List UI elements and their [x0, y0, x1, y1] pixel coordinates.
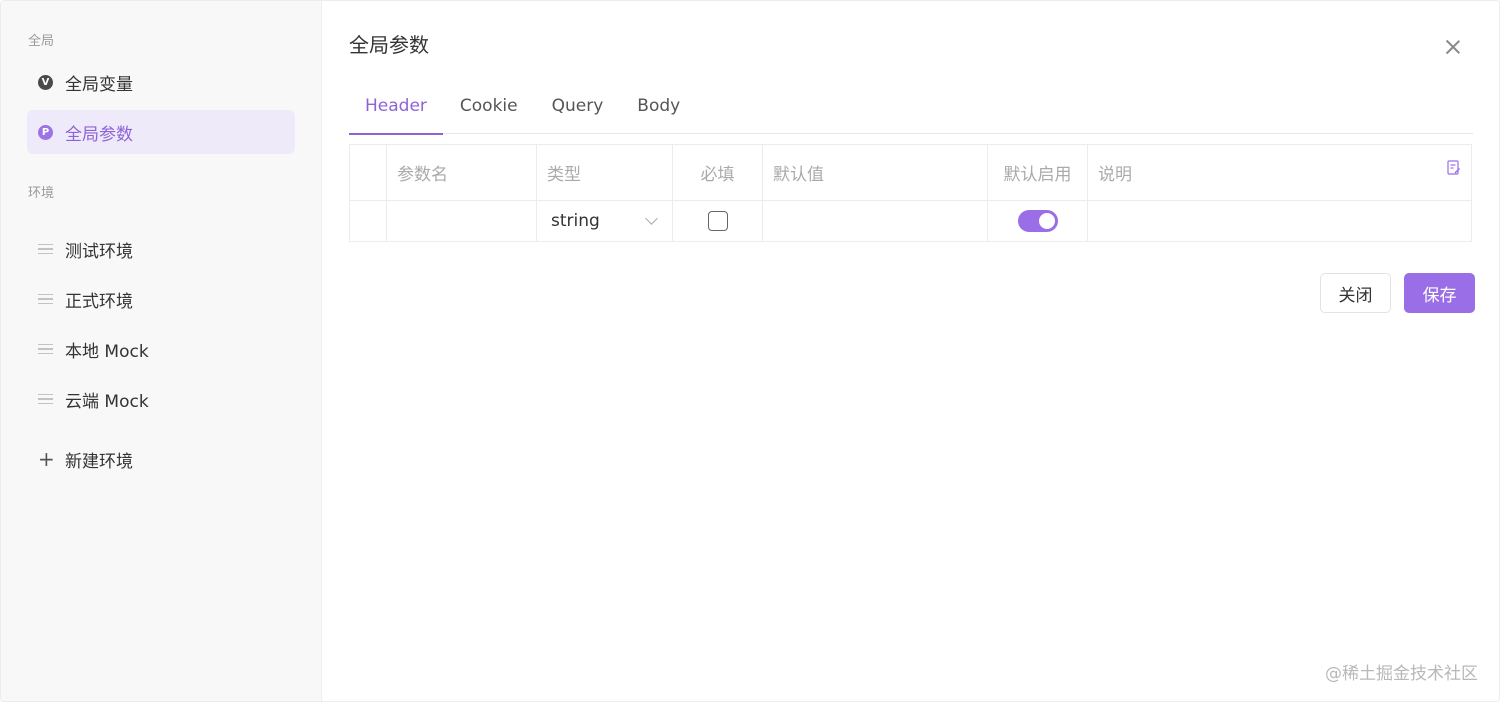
env-item-production[interactable]: 正式环境	[27, 274, 295, 324]
sidebar-section-global: 全局	[28, 34, 55, 49]
table-header-row: 参数名 类型 必填 默认值 默认启用 说明	[349, 144, 1472, 201]
env-item-label: 测试环境	[65, 241, 133, 262]
col-header-name: 参数名	[386, 144, 537, 201]
tab-query[interactable]: Query	[535, 81, 621, 134]
sidebar: 全局 V 全局变量 P 全局参数 环境 测试环境 正式环境 本地 Mock 云端…	[1, 1, 322, 701]
env-item-test[interactable]: 测试环境	[27, 224, 295, 274]
sidebar-item-global-variables[interactable]: V 全局变量	[27, 60, 295, 104]
drag-handle-icon[interactable]	[38, 393, 53, 405]
sidebar-item-global-params[interactable]: P 全局参数	[27, 110, 295, 154]
drag-handle-icon[interactable]	[38, 293, 53, 305]
tab-cookie[interactable]: Cookie	[443, 81, 535, 134]
watermark: @稀土掘金技术社区	[1325, 664, 1478, 684]
type-select-value: string	[551, 211, 600, 231]
params-table: 参数名 类型 必填 默认值 默认启用 说明 string	[349, 144, 1472, 242]
env-item-local-mock[interactable]: 本地 Mock	[27, 324, 295, 374]
env-item-label: 本地 Mock	[65, 341, 149, 362]
env-item-label: 云端 Mock	[65, 391, 149, 412]
col-header-default-value: 默认值	[762, 144, 988, 201]
close-button[interactable]: 关闭	[1320, 273, 1391, 313]
env-item-label: 正式环境	[65, 291, 133, 312]
sidebar-section-env: 环境	[28, 186, 55, 201]
required-checkbox[interactable]	[707, 211, 728, 231]
param-name-input[interactable]	[386, 200, 537, 242]
default-enabled-toggle[interactable]	[1017, 210, 1058, 232]
default-enabled-cell	[987, 200, 1088, 242]
col-header-description-label: 说明	[1098, 165, 1132, 185]
col-header-blank	[349, 144, 387, 201]
new-env-button[interactable]: + 新建环境	[27, 434, 295, 484]
col-header-default-enabled: 默认启用	[987, 144, 1088, 201]
parameter-icon: P	[38, 124, 53, 140]
required-cell	[672, 200, 763, 242]
drag-handle-icon[interactable]	[38, 243, 53, 255]
new-env-label: 新建环境	[65, 451, 133, 472]
global-params-modal: 全局 V 全局变量 P 全局参数 环境 测试环境 正式环境 本地 Mock 云端…	[0, 0, 1500, 702]
sidebar-item-label: 全局参数	[65, 124, 133, 145]
sidebar-item-label: 全局变量	[65, 74, 133, 95]
type-select[interactable]: string	[536, 200, 673, 242]
env-item-cloud-mock[interactable]: 云端 Mock	[27, 374, 295, 424]
bulk-edit-icon[interactable]	[1447, 160, 1461, 175]
drag-handle-icon[interactable]	[38, 343, 53, 355]
plus-icon: +	[38, 447, 55, 471]
tab-bar: Header Cookie Query Body	[349, 81, 1473, 135]
main-panel: 全局参数 Header Cookie Query Body 参数名 类型 必填 …	[322, 1, 1499, 701]
close-icon[interactable]	[1443, 37, 1463, 57]
env-list: 测试环境 正式环境 本地 Mock 云端 Mock + 新建环境	[1, 224, 321, 484]
description-input[interactable]	[1088, 201, 1472, 242]
tab-header[interactable]: Header	[349, 81, 443, 135]
chevron-down-icon	[645, 211, 658, 225]
save-button[interactable]: 保存	[1404, 273, 1475, 313]
col-header-description: 说明	[1087, 144, 1472, 201]
table-row: string	[349, 200, 1472, 242]
page-title: 全局参数	[349, 33, 429, 57]
default-value-input[interactable]	[762, 200, 988, 242]
variable-icon: V	[38, 74, 53, 90]
row-drag-cell	[349, 200, 387, 242]
tab-body[interactable]: Body	[620, 81, 697, 134]
col-header-required: 必填	[672, 144, 763, 201]
col-header-type: 类型	[536, 144, 673, 201]
